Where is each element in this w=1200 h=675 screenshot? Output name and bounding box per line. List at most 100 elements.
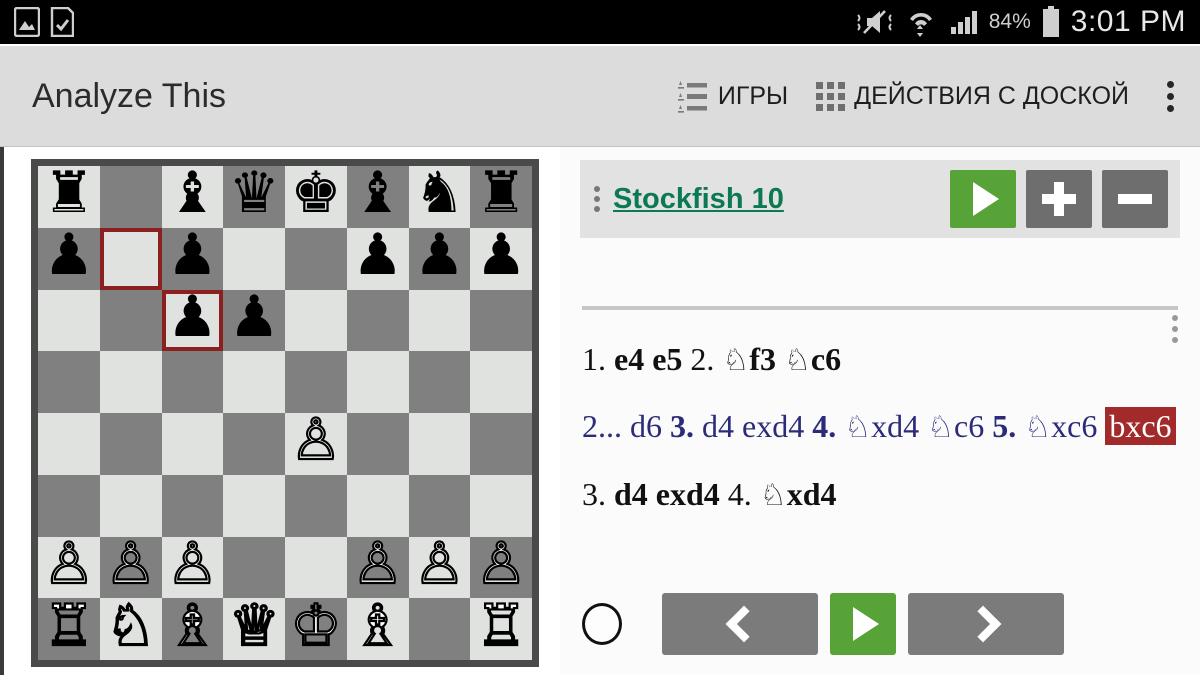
chess-piece-h2[interactable]: ♙ [474,534,527,593]
highlighted-current-move[interactable]: bxc6 [1105,407,1176,446]
board-square-c2[interactable]: ♙ [161,534,224,599]
board-square-h3[interactable] [470,474,532,537]
board-square-c7[interactable]: ♟ [161,227,224,290]
board-square-g5[interactable] [408,351,471,413]
drag-handle-icon[interactable] [594,186,600,212]
board-square-a3[interactable] [38,474,100,537]
board-square-c4[interactable] [161,413,224,475]
board-square-a6[interactable] [38,289,100,352]
board-square-f1[interactable]: ♗ [346,596,409,660]
board-square-e8[interactable]: ♚ [285,165,347,228]
chess-piece-a7[interactable]: ♟ [43,227,94,284]
chess-piece-c8[interactable]: ♝ [167,165,218,222]
chess-piece-h8[interactable]: ♜ [476,165,527,222]
board-square-a8[interactable]: ♜ [38,165,100,228]
chess-board-container[interactable]: ♜ ♝ ♛ ♚ ♝ ♞ ♜ ♟ ♟ ♟ ♟ ♟ ♟ ♟ ♙ ♙ ♙ ♙ ♙ ♙ ♙ ♖ ♘ ♗ ♕ ♔ ♗ ♖ [31,159,539,667]
board-square-g3[interactable] [408,474,471,537]
chess-piece-f8[interactable]: ♝ [352,165,403,222]
board-square-c1[interactable]: ♗ [161,596,224,660]
board-square-d6[interactable]: ♟ [223,288,285,352]
chess-piece-c7[interactable]: ♟ [167,227,218,284]
board-square-c5[interactable] [161,351,224,413]
auto-play-button[interactable] [830,593,896,655]
next-move-button[interactable] [908,593,1064,655]
board-square-b6[interactable] [99,289,162,352]
board-square-c3[interactable] [161,474,224,537]
board-square-a2[interactable]: ♙ [38,534,100,599]
chess-piece-f1[interactable]: ♗ [351,596,404,655]
games-action-button[interactable]: ИГРЫ [661,61,802,131]
board-square-e5[interactable] [285,351,347,413]
move-line-main-1[interactable]: 1. e4 e5 2. ♘f3 ♘c6 [582,337,1182,381]
chess-piece-a2[interactable]: ♙ [42,534,95,593]
board-square-f2[interactable]: ♙ [346,534,409,599]
board-square-e4[interactable]: ♙ [285,411,347,475]
board-square-g6[interactable] [408,289,471,352]
previous-move-button[interactable] [662,593,818,655]
board-square-b7[interactable] [99,227,162,290]
board-square-f5[interactable] [346,351,409,413]
board-square-b3[interactable] [99,474,162,537]
board-square-g2[interactable]: ♙ [408,534,471,599]
board-square-h2[interactable]: ♙ [470,534,532,599]
chess-piece-g2[interactable]: ♙ [413,534,466,593]
board-square-h1[interactable]: ♖ [470,596,532,660]
board-square-h5[interactable] [470,351,532,413]
board-square-f3[interactable] [346,474,409,537]
chess-piece-g8[interactable]: ♞ [414,165,465,222]
board-square-d2[interactable] [223,536,285,599]
board-square-e6[interactable] [285,289,347,352]
board-square-e7[interactable] [285,227,347,290]
chess-piece-h1[interactable]: ♖ [474,596,527,655]
chess-piece-e8[interactable]: ♚ [290,165,341,222]
chess-piece-a1[interactable]: ♖ [42,596,95,655]
move-line-main-2[interactable]: 3. d4 exd4 4. ♘xd4 [582,472,1182,516]
chess-piece-b2[interactable]: ♙ [104,534,157,593]
chess-piece-b1[interactable]: ♘ [104,596,157,655]
engine-add-line-button[interactable] [1026,170,1092,228]
board-square-f7[interactable]: ♟ [346,227,409,290]
board-square-e2[interactable] [285,536,347,599]
board-square-d4[interactable] [223,413,285,475]
board-actions-button[interactable]: ДЕЙСТВИЯ С ДОСКОЙ [802,61,1143,131]
board-square-f8[interactable]: ♝ [346,165,409,228]
engine-start-button[interactable] [950,170,1016,228]
board-square-g1[interactable] [408,598,471,660]
move-line-variation[interactable]: 2... d6 3. d4 exd4 4. ♘xd4 ♘c6 5. ♘xc6 b… [582,404,1182,448]
chess-board[interactable]: ♜ ♝ ♛ ♚ ♝ ♞ ♜ ♟ ♟ ♟ ♟ ♟ ♟ ♟ ♙ ♙ ♙ ♙ ♙ ♙ ♙ ♖ ♘ ♗ ♕ ♔ ♗ ♖ [38,165,532,660]
board-square-f4[interactable] [346,413,409,475]
board-square-h7[interactable]: ♟ [470,227,532,290]
side-to-move-toggle-white[interactable] [582,603,622,645]
chess-piece-c6[interactable]: ♟ [167,288,218,346]
chess-piece-g7[interactable]: ♟ [414,227,465,284]
chess-piece-e1[interactable]: ♔ [289,596,342,655]
board-square-a5[interactable] [38,351,100,413]
board-square-d1[interactable]: ♕ [223,596,285,660]
engine-remove-line-button[interactable] [1102,170,1168,228]
board-square-c8[interactable]: ♝ [161,165,224,228]
board-square-a4[interactable] [38,413,100,475]
chess-piece-a8[interactable]: ♜ [43,165,94,222]
board-square-d3[interactable] [223,474,285,537]
board-square-b8[interactable] [99,166,162,228]
board-square-a1[interactable]: ♖ [38,596,100,660]
chess-piece-c1[interactable]: ♗ [166,596,219,655]
board-square-d5[interactable] [223,351,285,413]
board-square-g8[interactable]: ♞ [408,165,471,228]
chess-piece-d6[interactable]: ♟ [229,288,280,346]
board-square-d8[interactable]: ♛ [223,165,285,228]
chess-piece-f2[interactable]: ♙ [351,534,404,593]
board-square-h4[interactable] [470,413,532,475]
board-square-b5[interactable] [99,351,162,413]
chess-piece-c2[interactable]: ♙ [166,534,219,593]
board-square-f6[interactable] [346,289,409,352]
board-square-g4[interactable] [408,413,471,475]
board-square-b2[interactable]: ♙ [99,534,162,599]
chess-piece-d1[interactable]: ♕ [227,596,280,655]
board-square-b4[interactable] [99,413,162,475]
board-square-c6[interactable]: ♟ [161,288,224,352]
more-options-icon[interactable] [1143,80,1200,112]
chess-piece-e4[interactable]: ♙ [289,411,342,470]
board-square-a7[interactable]: ♟ [38,227,100,290]
chess-piece-h7[interactable]: ♟ [476,227,527,284]
